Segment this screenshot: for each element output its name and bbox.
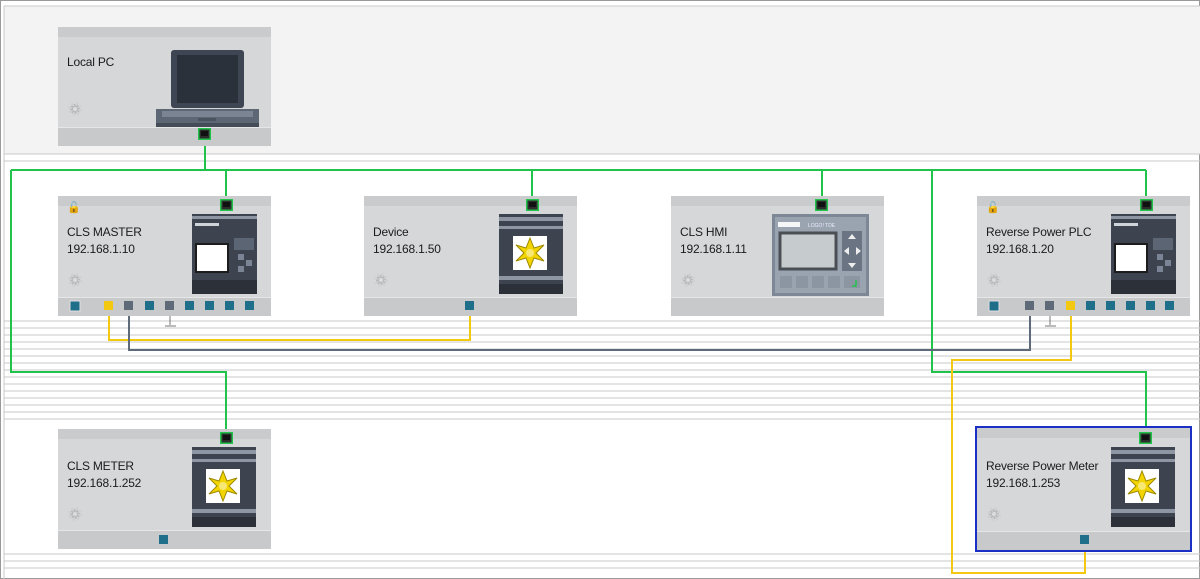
gear-icon[interactable] xyxy=(66,271,84,289)
device-name: CLS MASTER xyxy=(67,225,142,239)
device-name: Device xyxy=(373,225,409,239)
ethernet-port-icon[interactable] xyxy=(198,128,211,140)
device-card-reverse-power-plc[interactable]: 🔓 Reverse Power PLC 192.168.1.20 xyxy=(977,196,1190,316)
card-footer-strip xyxy=(671,297,884,316)
meter-module-icon xyxy=(1111,447,1175,527)
card-footer-strip xyxy=(58,127,271,146)
device-ip: 192.168.1.10 xyxy=(67,242,135,256)
device-name: CLS HMI xyxy=(680,225,728,239)
hmi-brand-text: LOGO! TDE xyxy=(808,223,836,229)
lock-icon[interactable]: 🔓 xyxy=(67,201,81,214)
ethernet-port-icon[interactable] xyxy=(1139,432,1152,444)
ethernet-port-icon[interactable] xyxy=(815,199,828,211)
logo-plc-module-icon xyxy=(1111,214,1176,294)
card-header-strip xyxy=(364,196,577,206)
device-ip: 192.168.1.11 xyxy=(680,242,747,256)
device-name: Reverse Power PLC xyxy=(986,225,1092,239)
card-header-strip xyxy=(58,429,271,439)
device-ip: 192.168.1.50 xyxy=(373,242,441,256)
device-ip: 192.168.1.253 xyxy=(986,476,1061,490)
lock-icon[interactable]: 🔓 xyxy=(986,201,1000,214)
io-port[interactable] xyxy=(1080,535,1090,545)
meter-module-icon xyxy=(192,447,256,527)
logo-plc-module-icon xyxy=(192,214,257,294)
device-name: CLS METER xyxy=(67,459,134,473)
card-header-strip xyxy=(58,27,271,37)
device-ip: 192.168.1.20 xyxy=(986,242,1054,256)
io-port-strip[interactable] xyxy=(69,300,259,312)
device-card-cls-hmi[interactable]: CLS HMI 192.168.1.11 LOGO! TDE xyxy=(671,196,884,316)
gear-icon[interactable] xyxy=(679,271,697,289)
card-header-strip xyxy=(58,196,271,206)
device-card-cls-meter[interactable]: CLS METER 192.168.1.252 xyxy=(58,429,271,549)
gear-icon[interactable] xyxy=(66,505,84,523)
device-card-local-pc[interactable]: Local PC xyxy=(58,27,271,146)
gear-icon[interactable] xyxy=(985,271,1003,289)
card-header-strip xyxy=(671,196,884,206)
card-header-strip xyxy=(977,428,1190,438)
device-name: Reverse Power Meter xyxy=(986,459,1099,473)
logo-tde-display-icon: LOGO! TDE xyxy=(772,214,869,296)
gear-icon[interactable] xyxy=(985,505,1003,523)
gear-icon[interactable] xyxy=(66,100,84,118)
io-port[interactable] xyxy=(465,301,475,311)
card-header-strip xyxy=(977,196,1190,206)
device-card-reverse-power-meter[interactable]: Reverse Power Meter 192.168.1.253 xyxy=(975,426,1192,552)
ethernet-port-icon[interactable] xyxy=(526,199,539,211)
io-port[interactable] xyxy=(159,535,169,545)
ethernet-port-icon[interactable] xyxy=(220,432,233,444)
ethernet-port-icon[interactable] xyxy=(1140,199,1153,211)
device-card-cls-master[interactable]: 🔓 CLS MASTER 192.168.1.10 xyxy=(58,196,271,316)
laptop-icon xyxy=(156,50,259,127)
device-card-device[interactable]: Device 192.168.1.50 xyxy=(364,196,577,316)
device-name: Local PC xyxy=(67,55,115,69)
ethernet-port-icon[interactable] xyxy=(220,199,233,211)
io-port-strip[interactable] xyxy=(988,300,1178,312)
gear-icon[interactable] xyxy=(372,271,390,289)
device-ip: 192.168.1.252 xyxy=(67,476,142,490)
meter-module-icon xyxy=(499,214,563,294)
